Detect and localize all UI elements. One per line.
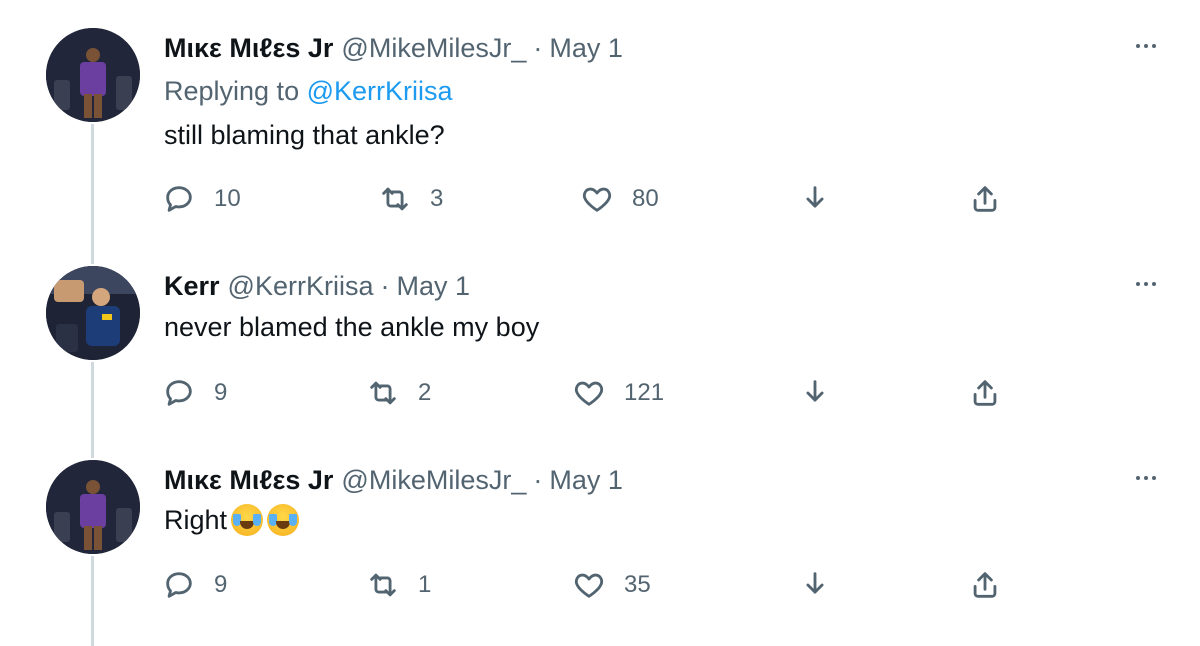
reply-count: 9 (214, 571, 228, 598)
more-icon[interactable] (1126, 272, 1166, 296)
tweet-header: Kerr @KerrKriisa · May 1 (164, 266, 470, 306)
avatar[interactable] (46, 266, 140, 360)
reply-icon (166, 186, 192, 212)
share-icon (973, 380, 997, 406)
separator-dot: · (533, 464, 543, 495)
tweet-text-content: Right (164, 504, 228, 535)
tweet-header: Mικε Mιℓεs Jr @MikeMilesJr_ · May 1 (164, 460, 623, 500)
download-button[interactable] (798, 376, 832, 410)
user-handle[interactable]: @KerrKriisa (228, 271, 374, 302)
separator-dot: · (533, 32, 543, 63)
share-button[interactable] (968, 568, 1002, 602)
retweet-icon (370, 381, 396, 405)
avatar[interactable] (46, 28, 140, 122)
share-button[interactable] (968, 376, 1002, 410)
tweet[interactable]: Mικε Mιℓεs Jr @MikeMilesJr_ · May 1 Righ… (0, 460, 1200, 640)
face-with-tears-of-joy-icon (231, 504, 264, 536)
tweet-date[interactable]: May 1 (396, 271, 470, 302)
replying-to-link[interactable]: @KerrKriisa (307, 76, 453, 106)
reply-icon (166, 572, 192, 598)
replying-to: Replying to @KerrKriisa (164, 76, 453, 107)
retweet-button[interactable]: 2 (366, 376, 431, 410)
retweet-count: 1 (418, 571, 432, 598)
like-count: 121 (624, 379, 665, 406)
reply-button[interactable]: 9 (162, 568, 227, 602)
retweet-count: 3 (430, 185, 444, 212)
user-handle[interactable]: @MikeMilesJr_ (341, 465, 526, 496)
tweet-text: Right (164, 504, 300, 536)
download-button[interactable] (798, 568, 832, 602)
retweet-button[interactable]: 3 (378, 182, 443, 216)
tweet-text: still blaming that ankle? (164, 120, 445, 150)
share-button[interactable] (968, 182, 1002, 216)
replying-prefix: Replying to (164, 76, 300, 106)
tweet[interactable]: Mικε Mιℓεs Jr @MikeMilesJr_ · May 1 Repl… (0, 28, 1200, 248)
more-icon[interactable] (1126, 466, 1166, 490)
separator-dot: · (380, 270, 390, 301)
tweet-date[interactable]: May 1 (549, 33, 623, 64)
download-icon (806, 186, 824, 208)
face-with-tears-of-joy-icon (267, 504, 300, 536)
reply-button[interactable]: 9 (162, 376, 227, 410)
share-icon (973, 572, 997, 598)
avatar[interactable] (46, 460, 140, 554)
user-handle[interactable]: @MikeMilesJr_ (341, 33, 526, 64)
tweet-date[interactable]: May 1 (549, 465, 623, 496)
like-count: 80 (632, 185, 659, 212)
like-icon (574, 573, 604, 598)
display-name[interactable]: Mικε Mιℓεs Jr (164, 33, 333, 64)
display-name[interactable]: Kerr (164, 271, 220, 302)
reply-button[interactable]: 10 (162, 182, 241, 216)
like-count: 35 (624, 571, 651, 598)
like-button[interactable]: 80 (580, 182, 659, 216)
like-button[interactable]: 121 (572, 376, 664, 410)
share-icon (973, 186, 997, 212)
download-button[interactable] (798, 182, 832, 216)
retweet-icon (370, 573, 396, 597)
download-icon (806, 380, 824, 402)
tweet-header: Mικε Mιℓεs Jr @MikeMilesJr_ · May 1 (164, 28, 623, 68)
like-icon (582, 187, 612, 212)
like-button[interactable]: 35 (572, 568, 651, 602)
display-name[interactable]: Mικε Mιℓεs Jr (164, 465, 333, 496)
retweet-icon (382, 187, 408, 211)
download-icon (806, 572, 824, 594)
retweet-count: 2 (418, 379, 432, 406)
like-icon (574, 381, 604, 406)
tweet-text: never blamed the ankle my boy (164, 312, 540, 342)
reply-icon (166, 380, 192, 406)
more-icon[interactable] (1126, 34, 1166, 58)
tweet[interactable]: Kerr @KerrKriisa · May 1 never blamed th… (0, 266, 1200, 446)
reply-count: 10 (214, 185, 241, 212)
retweet-button[interactable]: 1 (366, 568, 431, 602)
reply-count: 9 (214, 379, 228, 406)
